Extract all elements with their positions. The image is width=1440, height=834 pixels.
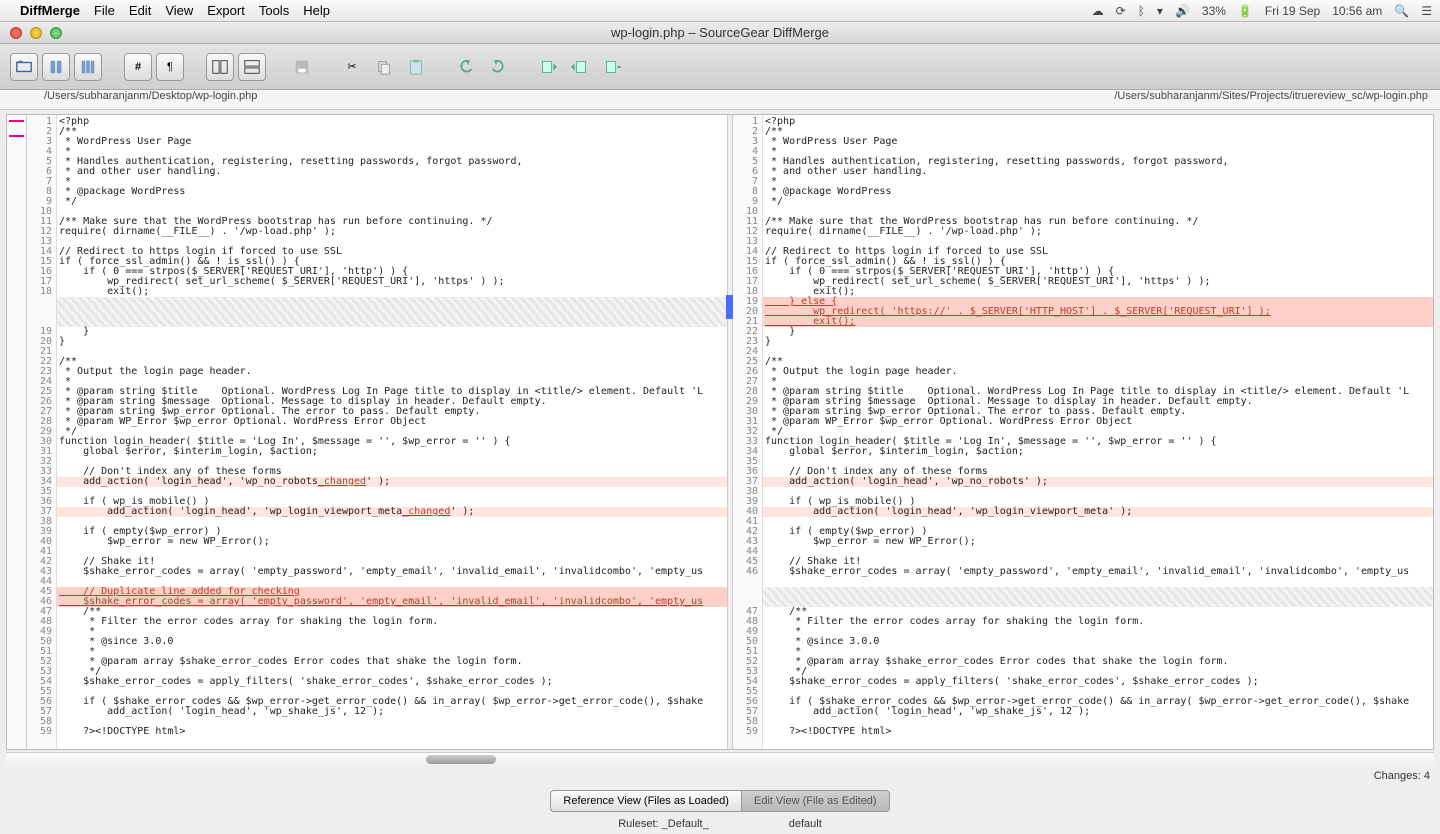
tb-linenum-toggle[interactable]: #	[124, 53, 152, 81]
tb-paste[interactable]	[402, 53, 430, 81]
wifi-icon[interactable]: ▾	[1157, 4, 1163, 18]
menu-edit[interactable]: Edit	[129, 3, 151, 18]
view-toggle: Reference View (Files as Loaded) Edit Vi…	[0, 790, 1440, 812]
overview-ruler[interactable]	[7, 115, 27, 749]
tb-split-horizontal[interactable]	[238, 53, 266, 81]
scrollbar-thumb[interactable]	[426, 755, 496, 764]
changes-count: Changes: 4	[1374, 770, 1430, 782]
menu-help[interactable]: Help	[303, 3, 330, 18]
menu-view[interactable]: View	[165, 3, 193, 18]
app-name[interactable]: DiffMerge	[20, 3, 80, 18]
date[interactable]: Fri 19 Sep	[1265, 4, 1320, 18]
toolbar: # ¶ ✂	[0, 44, 1440, 90]
horizontal-scrollbar[interactable]	[6, 752, 1434, 766]
footer: Ruleset: _Default_ default	[0, 818, 1440, 830]
tb-next-diff[interactable]	[566, 53, 594, 81]
sync-icon[interactable]: ⟳	[1116, 4, 1126, 18]
bluetooth-icon[interactable]: ᛒ	[1138, 4, 1145, 18]
tb-new-folder-diff[interactable]	[10, 53, 38, 81]
right-file-path: /Users/subharanjanm/Sites/Projects/itrue…	[736, 90, 1440, 109]
tb-split-vertical[interactable]	[206, 53, 234, 81]
mac-menubar: DiffMerge File Edit View Export Tools He…	[0, 0, 1440, 22]
ruleset-label: Ruleset: _Default_	[618, 818, 709, 830]
tb-copy[interactable]	[370, 53, 398, 81]
tb-save[interactable]	[288, 53, 316, 81]
right-pane[interactable]: 1234567891011121314151617181920212223242…	[733, 115, 1433, 749]
tb-undo[interactable]	[452, 53, 480, 81]
tb-cut[interactable]: ✂	[338, 53, 366, 81]
left-file-path: /Users/subharanjanm/Desktop/wp-login.php	[0, 90, 736, 109]
battery-icon[interactable]: 🔋	[1238, 4, 1253, 18]
tb-apply-diff[interactable]	[598, 53, 626, 81]
pathbar: /Users/subharanjanm/Desktop/wp-login.php…	[0, 90, 1440, 110]
spotlight-icon[interactable]: 🔍	[1394, 4, 1409, 18]
menu-extras-icon[interactable]: ☰	[1421, 4, 1432, 18]
window-titlebar: wp-login.php – SourceGear DiffMerge	[0, 22, 1440, 44]
right-code[interactable]: <?php/** * WordPress User Page * * Handl…	[763, 115, 1433, 749]
reference-view-tab[interactable]: Reference View (Files as Loaded)	[550, 790, 741, 812]
statusbar: Changes: 4	[0, 766, 1440, 786]
volume-icon[interactable]: 🔊	[1175, 4, 1190, 18]
time[interactable]: 10:56 am	[1332, 4, 1382, 18]
weather-icon[interactable]: ☁	[1092, 4, 1104, 18]
tb-redo[interactable]	[484, 53, 512, 81]
tb-prev-diff[interactable]	[534, 53, 562, 81]
window-title: wp-login.php – SourceGear DiffMerge	[0, 25, 1440, 40]
encoding-label: default	[789, 818, 822, 830]
menu-file[interactable]: File	[94, 3, 115, 18]
menu-tools[interactable]: Tools	[259, 3, 289, 18]
tb-new-file-diff[interactable]	[42, 53, 70, 81]
battery-percent[interactable]: 33%	[1202, 4, 1226, 18]
left-code[interactable]: <?php/** * WordPress User Page * * Handl…	[57, 115, 727, 749]
tb-new-merge[interactable]	[74, 53, 102, 81]
left-pane[interactable]: 1234567891011121314151617181920212223242…	[27, 115, 727, 749]
tb-pilcrow-toggle[interactable]: ¶	[156, 53, 184, 81]
diff-container: 1234567891011121314151617181920212223242…	[6, 114, 1434, 750]
edit-view-tab[interactable]: Edit View (File as Edited)	[741, 790, 890, 812]
menu-export[interactable]: Export	[207, 3, 245, 18]
